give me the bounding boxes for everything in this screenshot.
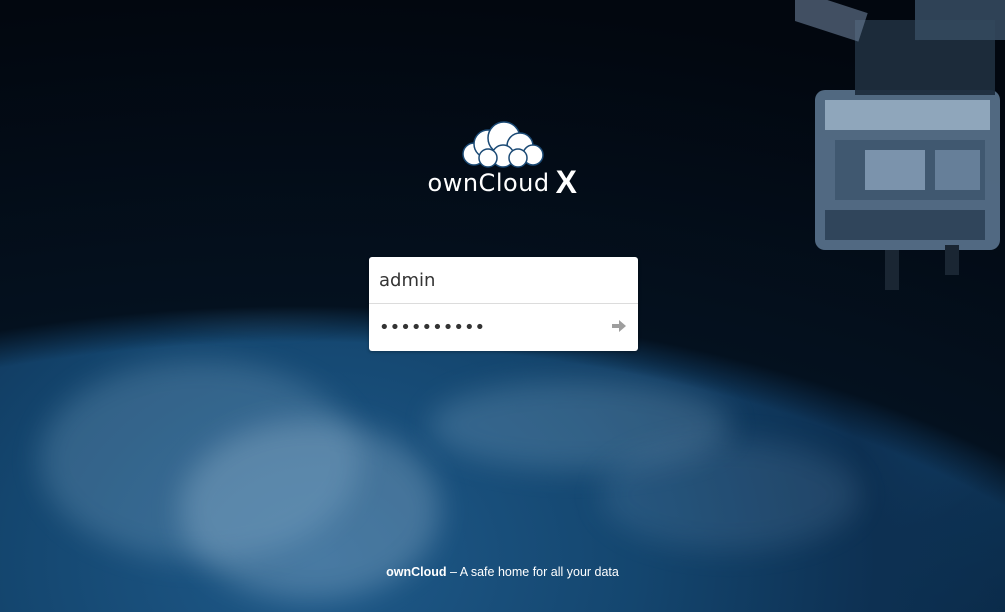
username-input[interactable] <box>369 257 638 303</box>
logo-text: ownCloud <box>427 169 550 197</box>
logo-wordmark: ownCloud X <box>0 164 1005 201</box>
password-field-wrapper <box>369 303 638 350</box>
login-form <box>369 257 638 351</box>
footer: ownCloud – A safe home for all your data <box>0 565 1005 579</box>
footer-brand: ownCloud <box>386 565 447 579</box>
arrow-right-icon <box>612 320 626 332</box>
logo-header: ownCloud X <box>0 118 1005 201</box>
username-field-wrapper <box>369 257 638 303</box>
cloud-icon <box>461 121 544 168</box>
footer-slogan: – A safe home for all your data <box>446 565 619 579</box>
login-submit-button[interactable] <box>608 315 630 337</box>
password-input[interactable] <box>369 304 638 350</box>
logo-suffix: X <box>555 164 578 200</box>
